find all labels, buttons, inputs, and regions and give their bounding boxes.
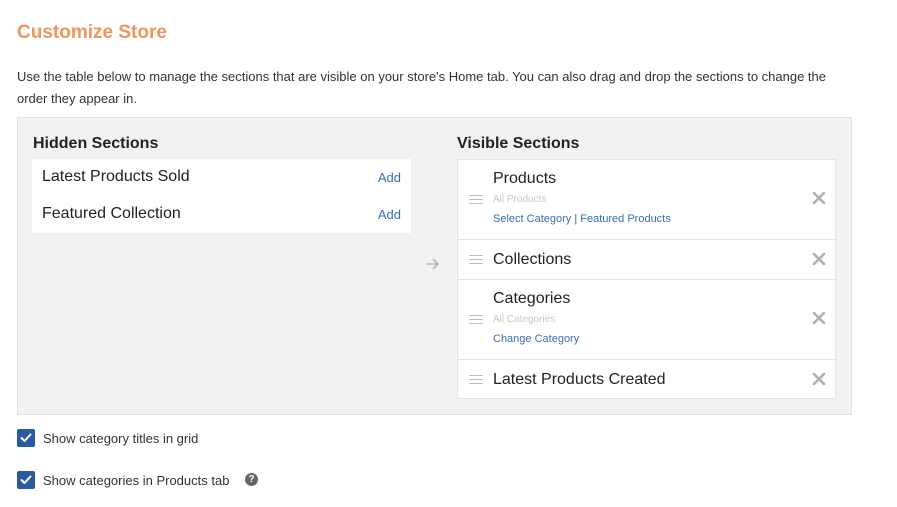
section-subtitle: All Products [493,194,547,205]
arrow-right-icon [426,258,439,270]
visible-sections-title: Visible Sections [457,135,580,152]
visible-section-label: Products [493,170,557,187]
hidden-section-label: Featured Collection [42,205,181,222]
drag-handle-icon[interactable] [469,195,483,205]
check-icon [20,433,32,442]
check-icon [20,475,32,484]
help-icon[interactable]: ? [245,473,258,486]
hidden-section-label: Latest Products Sold [42,168,190,185]
sections-panel: Hidden Sections Latest Products Sold Add… [17,117,852,415]
add-section-button[interactable]: Add [378,170,401,185]
visible-section-label: Collections [493,251,572,268]
section-links: Select Category | Featured Products [493,213,671,225]
hidden-sections-list: Latest Products Sold Add Featured Collec… [32,159,411,233]
show-category-titles-label: Show category titles in grid [43,431,199,446]
show-categories-in-products-checkbox[interactable] [17,471,35,489]
drag-handle-icon[interactable] [469,315,483,325]
hidden-section-item: Featured Collection Add [32,196,411,233]
visible-section-label: Categories [493,290,571,307]
section-links: Change Category [493,333,579,345]
show-category-titles-checkbox[interactable] [17,429,35,447]
show-categories-in-products-label: Show categories in Products tab [43,473,230,488]
visible-section-item[interactable]: Categories All Categories Change Categor… [457,279,836,359]
close-icon[interactable] [812,372,826,386]
close-icon[interactable] [812,311,826,325]
page-title: Customize Store [17,22,167,43]
featured-products-link[interactable]: Featured Products [580,213,671,225]
visible-section-item[interactable]: Products All Products Select Category | … [457,159,836,239]
intro-text: Use the table below to manage the sectio… [17,69,826,106]
link-separator: | [574,213,578,225]
add-section-button[interactable]: Add [378,207,401,222]
hidden-section-item: Latest Products Sold Add [32,159,411,196]
section-subtitle: All Categories [493,314,556,325]
close-icon[interactable] [812,191,826,205]
visible-section-label: Latest Products Created [493,371,666,388]
select-category-link[interactable]: Select Category [493,213,571,225]
change-category-link[interactable]: Change Category [493,333,579,345]
drag-handle-icon[interactable] [469,255,483,265]
visible-section-item[interactable]: Latest Products Created [457,359,836,399]
visible-sections-list: Products All Products Select Category | … [457,159,836,399]
hidden-sections-title: Hidden Sections [33,135,159,152]
visible-section-item[interactable]: Collections [457,239,836,279]
drag-handle-icon[interactable] [469,375,483,385]
close-icon[interactable] [812,252,826,266]
